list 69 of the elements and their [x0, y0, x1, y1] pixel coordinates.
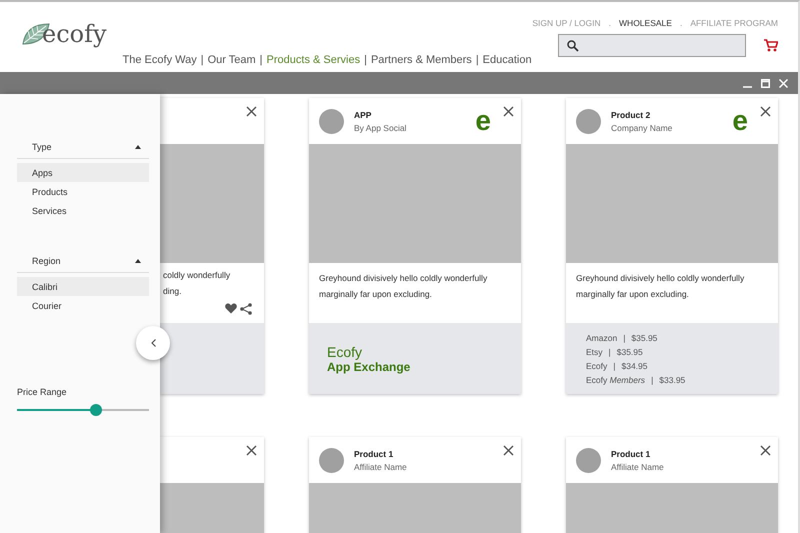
- nav-link[interactable]: Education: [482, 54, 532, 66]
- collapse-icon[interactable]: [135, 259, 141, 263]
- filter-option[interactable]: Courier: [17, 296, 149, 315]
- avatar: [576, 448, 601, 472]
- card-title: Product 1: [611, 448, 652, 458]
- filter-title: Type: [32, 142, 52, 152]
- card-subtitle: Affiliate Name: [611, 462, 665, 472]
- search-icon: [567, 40, 579, 52]
- filter-option[interactable]: Calibri: [17, 277, 149, 296]
- link-separator: .: [608, 18, 612, 28]
- collapse-icon[interactable]: [135, 145, 141, 149]
- avatar: [576, 108, 601, 134]
- maximize-icon[interactable]: [761, 78, 770, 88]
- separator: |: [651, 374, 654, 384]
- price-range-label: Price Range: [17, 387, 68, 397]
- nav-link[interactable]: Partners & Members: [370, 54, 472, 66]
- price: $33.95: [659, 374, 686, 384]
- nav-separator: |: [476, 54, 479, 66]
- search-field[interactable]: [558, 34, 746, 57]
- store-name: Ecofy: [586, 360, 608, 370]
- price: $35.95: [616, 346, 643, 356]
- footer-title: Ecofy: [327, 344, 364, 360]
- card-subtitle: Affiliate Name: [354, 462, 408, 472]
- nav-separator: |: [260, 54, 263, 66]
- top-link[interactable]: WHOLESALE: [619, 18, 672, 28]
- filter-title: Region: [32, 256, 61, 266]
- nav-link[interactable]: The Ecofy Way: [122, 54, 197, 66]
- brand-logo: e: [732, 107, 748, 135]
- nav-link[interactable]: Products & Servies: [266, 54, 360, 66]
- close-icon[interactable]: [503, 445, 514, 456]
- card-subtitle: By App Social: [354, 122, 408, 132]
- nav-separator: |: [200, 54, 204, 66]
- brand-logo: e: [475, 107, 491, 135]
- close-icon[interactable]: [760, 106, 771, 117]
- price-slider[interactable]: [17, 404, 149, 416]
- separator: |: [608, 346, 611, 356]
- separator: |: [613, 360, 616, 370]
- filter-option[interactable]: Products: [17, 182, 149, 201]
- separator: |: [623, 332, 626, 342]
- nav-separator: |: [364, 54, 367, 66]
- heart-icon[interactable]: [225, 303, 237, 314]
- close-icon[interactable]: [760, 445, 771, 456]
- store-name: Amazon: [586, 332, 618, 342]
- store-name: Ecofy Members: [586, 374, 646, 384]
- avatar: [319, 108, 344, 134]
- close-icon[interactable]: [246, 445, 257, 456]
- card-description: coldly wonderfully: [163, 269, 232, 282]
- filter-option[interactable]: Services: [17, 201, 149, 220]
- card-title: Product 1: [354, 448, 394, 458]
- card-title: Product 2: [611, 110, 652, 120]
- close-icon[interactable]: [246, 106, 257, 117]
- link-separator: .: [680, 18, 682, 28]
- cart-icon[interactable]: [764, 39, 778, 52]
- price: $35.95: [631, 332, 658, 342]
- card-subtitle: Company Name: [611, 122, 674, 132]
- logo[interactable]: ecofy: [42, 20, 107, 48]
- card-description: Greyhound divisively hello coldly wonderfully marginally far upon excluding.: [575, 272, 746, 301]
- footer-subtitle: App Exchange: [327, 360, 412, 374]
- card-description: Greyhound divisively hello coldly wonderfully marginally far upon excluding.: [318, 272, 488, 301]
- card-title: APP: [354, 110, 372, 120]
- price: $34.95: [621, 360, 648, 370]
- card-description: ding.: [163, 285, 182, 298]
- avatar: [319, 448, 344, 472]
- store-name: Etsy: [586, 346, 603, 356]
- chevron-icon: [150, 339, 156, 347]
- nav-link[interactable]: Our Team: [208, 54, 256, 66]
- filter-option[interactable]: Apps: [17, 163, 149, 182]
- share-icon[interactable]: [240, 303, 252, 315]
- close-icon[interactable]: [503, 106, 514, 117]
